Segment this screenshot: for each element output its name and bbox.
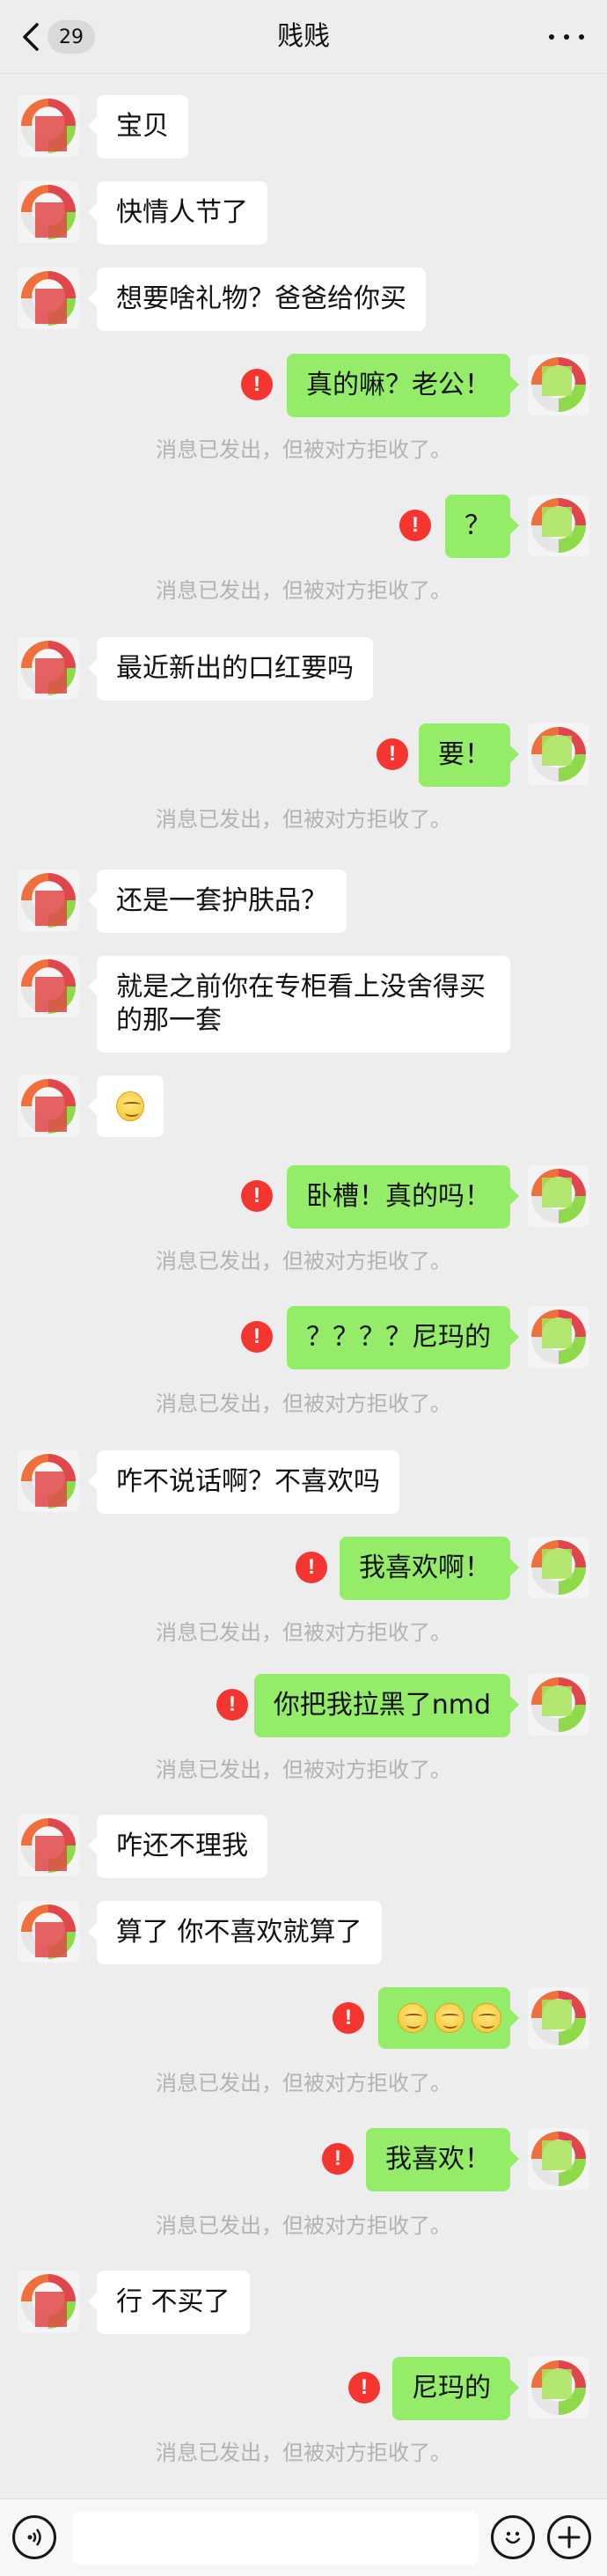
thinking-emoji-icon	[116, 1091, 144, 1121]
outgoing-message[interactable]: 你把我拉黑了nmd	[253, 1674, 520, 1737]
my-avatar[interactable]	[528, 1674, 589, 1736]
contact-avatar[interactable]	[18, 2271, 79, 2332]
my-avatar[interactable]	[528, 1165, 589, 1227]
incoming-message[interactable]: 最近新出的口红要吗	[88, 637, 373, 701]
incoming-message[interactable]: 咋不说话啊？不喜欢吗	[88, 1450, 399, 1514]
outgoing-message[interactable]: 我喜欢！	[366, 2128, 519, 2191]
rejected-notice: 消息已发出，但被对方拒收了。	[156, 1391, 451, 1416]
contact-avatar[interactable]	[18, 95, 79, 157]
outgoing-message[interactable]	[378, 1987, 519, 2049]
outgoing-message[interactable]: 我喜欢啊！	[340, 1537, 519, 1600]
contact-avatar[interactable]	[18, 1901, 79, 1963]
smiley-face-icon	[505, 2531, 521, 2544]
smile-emoji-icon	[435, 2003, 464, 2033]
message-list[interactable]: 宝贝 快情人节了 想要啥礼物？爸爸给你买 ! 真的嘛？老公！ 消息已发出，但被对…	[0, 74, 607, 2499]
my-avatar[interactable]	[528, 2128, 589, 2190]
outgoing-message[interactable]: 尼玛的	[392, 2357, 519, 2420]
outgoing-message[interactable]: 要！	[419, 723, 519, 787]
send-failed-icon[interactable]: !	[333, 2002, 364, 2034]
incoming-message[interactable]: 还是一套护肤品？	[88, 870, 347, 933]
send-failed-icon[interactable]: !	[348, 2372, 380, 2404]
rejected-notice: 消息已发出，但被对方拒收了。	[156, 2440, 451, 2465]
rejected-notice: 消息已发出，但被对方拒收了。	[156, 1758, 451, 1782]
rejected-notice: 消息已发出，但被对方拒收了。	[156, 1620, 451, 1645]
my-avatar[interactable]	[528, 495, 589, 556]
contact-avatar[interactable]	[18, 637, 79, 699]
send-failed-icon[interactable]: !	[241, 1180, 273, 1212]
send-failed-icon[interactable]: !	[241, 1321, 273, 1353]
emoji-icon[interactable]	[491, 2515, 535, 2559]
rejected-notice: 消息已发出，但被对方拒收了。	[156, 578, 451, 603]
add-icon	[558, 2526, 581, 2549]
rejected-notice: 消息已发出，但被对方拒收了。	[156, 2071, 451, 2095]
contact-avatar[interactable]	[18, 268, 79, 329]
send-failed-icon[interactable]: !	[399, 510, 431, 541]
chat-header: 29 贱贱	[0, 0, 607, 74]
more-options-icon[interactable]	[549, 26, 584, 48]
voice-icon[interactable]	[12, 2515, 56, 2559]
incoming-message[interactable]: 行 不买了	[88, 2271, 250, 2334]
rejected-notice: 消息已发出，但被对方拒收了。	[156, 2213, 451, 2238]
incoming-message[interactable]: 算了 你不喜欢就算了	[88, 1901, 382, 1964]
contact-avatar[interactable]	[18, 1815, 79, 1876]
outgoing-message[interactable]: 真的嘛？老公！	[287, 354, 519, 417]
outgoing-message[interactable]: ？？？？尼玛的	[287, 1306, 519, 1369]
my-avatar[interactable]	[528, 723, 589, 785]
send-failed-icon[interactable]: !	[322, 2143, 354, 2175]
my-avatar[interactable]	[528, 1306, 589, 1368]
my-avatar[interactable]	[528, 2357, 589, 2418]
send-failed-icon[interactable]: !	[296, 1552, 327, 1583]
my-avatar[interactable]	[528, 1987, 589, 2049]
contact-avatar[interactable]	[18, 1075, 79, 1137]
my-avatar[interactable]	[528, 1537, 589, 1598]
plus-icon[interactable]	[547, 2515, 591, 2559]
rejected-notice: 消息已发出，但被对方拒收了。	[156, 437, 451, 462]
back-button[interactable]: 29	[21, 18, 95, 56]
message-input[interactable]	[72, 2512, 479, 2565]
rejected-notice: 消息已发出，但被对方拒收了。	[156, 1249, 451, 1273]
voice-wave-icon	[27, 2528, 41, 2546]
incoming-message[interactable]: 想要啥礼物？爸爸给你买	[88, 268, 426, 331]
incoming-message[interactable]	[88, 1075, 164, 1137]
contact-avatar[interactable]	[18, 1450, 79, 1512]
chevron-left-icon	[23, 23, 39, 51]
contact-avatar[interactable]	[18, 181, 79, 243]
outgoing-message[interactable]: ？	[445, 495, 519, 558]
smile-emoji-icon	[472, 2003, 501, 2033]
send-failed-icon[interactable]: !	[216, 1689, 248, 1721]
contact-avatar[interactable]	[18, 870, 79, 931]
my-avatar[interactable]	[528, 354, 589, 415]
unread-count-badge: 29	[48, 20, 95, 54]
send-failed-icon[interactable]: !	[241, 369, 273, 400]
incoming-message[interactable]: 快情人节了	[88, 181, 267, 245]
contact-avatar[interactable]	[18, 956, 79, 1017]
send-failed-icon[interactable]: !	[377, 738, 408, 770]
input-toolbar	[0, 2499, 607, 2576]
rejected-notice: 消息已发出，但被对方拒收了。	[156, 807, 451, 832]
outgoing-message[interactable]: 卧槽！真的吗！	[287, 1165, 519, 1229]
incoming-message[interactable]: 咋还不理我	[88, 1815, 267, 1878]
incoming-message[interactable]: 宝贝	[88, 95, 188, 158]
smile-emoji-icon	[398, 2003, 428, 2033]
incoming-message[interactable]: 就是之前你在专柜看上没舍得买 的那一套	[88, 956, 510, 1053]
